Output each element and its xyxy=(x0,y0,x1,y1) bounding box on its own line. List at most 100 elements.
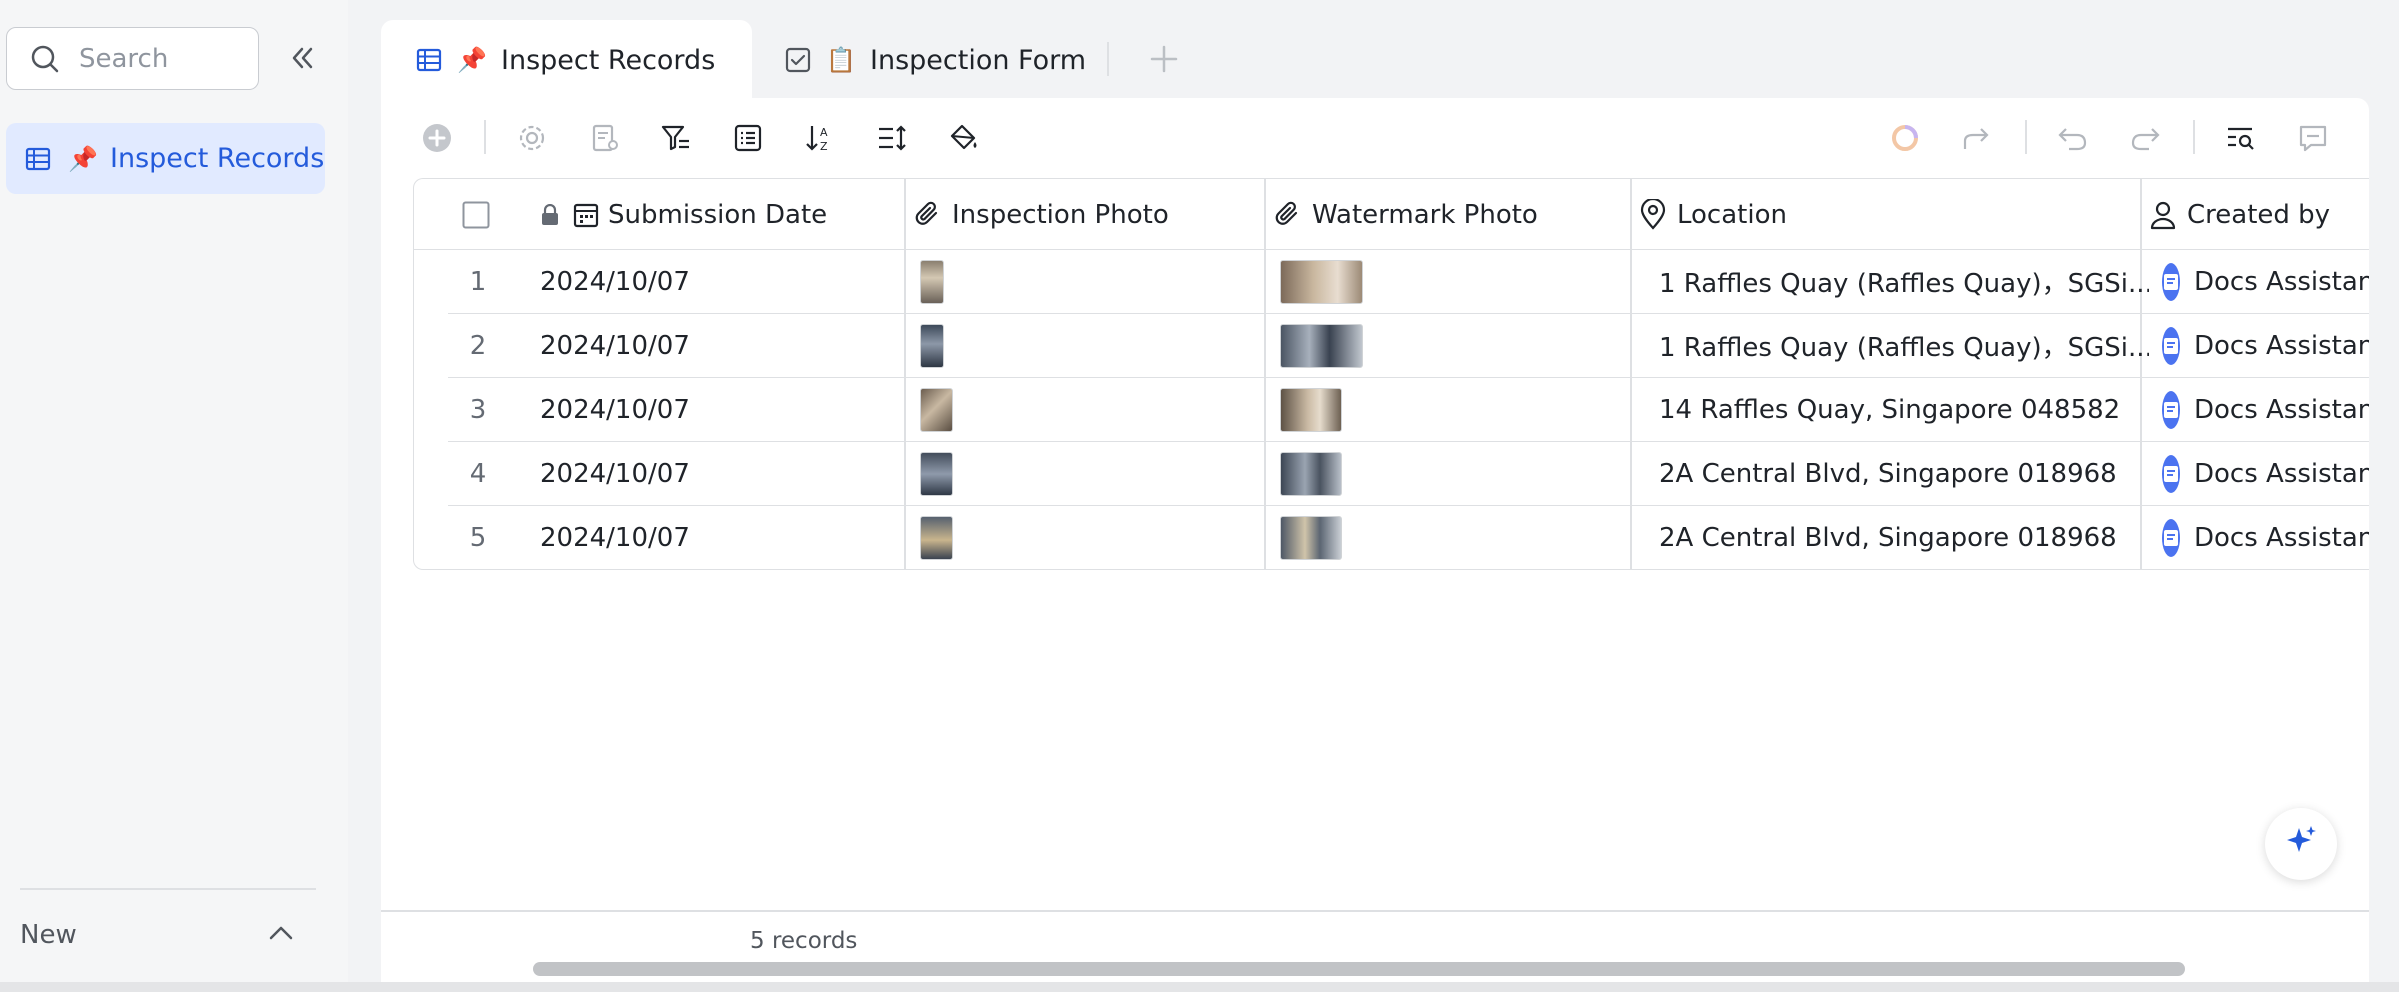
horizontal-scrollbar[interactable] xyxy=(533,962,2185,976)
sort-icon[interactable]: AZ xyxy=(800,118,840,158)
photo-thumbnail[interactable] xyxy=(1280,515,1342,560)
add-view-icon[interactable] xyxy=(1145,40,1183,78)
filter-icon[interactable] xyxy=(656,118,696,158)
docs-assistant-avatar xyxy=(2162,390,2180,429)
watermark-photo-cell[interactable] xyxy=(1280,314,1580,377)
photo-thumbnail[interactable] xyxy=(920,451,953,496)
comment-icon[interactable] xyxy=(2293,118,2333,158)
watermark-photo-cell[interactable] xyxy=(1280,250,1580,313)
new-section-toggle[interactable]: New xyxy=(20,910,296,960)
person-icon xyxy=(2149,200,2181,230)
sidebar-item-label: Inspect Records xyxy=(110,143,325,174)
fill-color-icon[interactable] xyxy=(944,118,984,158)
created-by-cell[interactable]: Docs Assistant xyxy=(2162,442,2369,505)
table-row[interactable]: 1 2024/10/07 1 Raffles Quay (Raffles Qua… xyxy=(448,250,2369,314)
location-cell[interactable]: 2A Central Blvd, Singapore 018968 xyxy=(1659,442,2149,505)
created-by-cell[interactable]: Docs Assistant xyxy=(2162,506,2369,569)
photo-thumbnail[interactable] xyxy=(1280,323,1363,368)
submission-date-cell[interactable]: 2024/10/07 xyxy=(540,250,900,313)
location-cell[interactable]: 14 Raffles Quay, Singapore 048582 xyxy=(1659,378,2149,441)
row-height-icon[interactable] xyxy=(872,118,912,158)
toolbar-divider xyxy=(484,120,486,154)
tab-divider xyxy=(1107,42,1109,76)
tab-inspection-form[interactable]: 📋 Inspection Form xyxy=(770,20,1100,100)
location-icon xyxy=(1639,198,1673,231)
column-label: Created by xyxy=(2187,199,2331,230)
creator-name: Docs Assistant xyxy=(2194,394,2369,425)
submission-date-cell[interactable]: 2024/10/07 xyxy=(540,506,900,569)
column-label: Inspection Photo xyxy=(952,199,1169,230)
docs-assistant-avatar xyxy=(2162,518,2180,557)
submission-date-cell[interactable]: 2024/10/07 xyxy=(540,442,900,505)
inspection-photo-cell[interactable] xyxy=(920,506,1220,569)
table-row[interactable]: 4 2024/10/07 2A Central Blvd, Singapore … xyxy=(448,442,2369,506)
watermark-photo-cell[interactable] xyxy=(1280,378,1580,441)
table-row[interactable]: 3 2024/10/07 14 Raffles Quay, Singapore … xyxy=(448,378,2369,442)
submission-date-cell[interactable]: 2024/10/07 xyxy=(540,378,900,441)
photo-thumbnail[interactable] xyxy=(920,259,944,304)
row-number: 4 xyxy=(469,458,487,489)
docs-assistant-avatar xyxy=(2162,262,2180,301)
column-label: Submission Date xyxy=(608,199,828,230)
column-header-location[interactable]: Location xyxy=(1639,179,2139,250)
tab-inspect-records[interactable]: 📌 Inspect Records xyxy=(381,20,752,100)
clipboard-icon: 📋 xyxy=(826,46,856,74)
created-by-cell[interactable]: Docs Assistant xyxy=(2162,314,2369,377)
column-header-inspection-photo[interactable]: Inspection Photo xyxy=(914,179,1259,250)
sidebar-item-inspect-records[interactable]: 📌 Inspect Records xyxy=(6,123,325,194)
new-label: New xyxy=(20,920,77,950)
inspection-photo-cell[interactable] xyxy=(920,250,1220,313)
submission-date-cell[interactable]: 2024/10/07 xyxy=(540,314,900,377)
inspection-photo-cell[interactable] xyxy=(920,314,1220,377)
pin-icon: 📌 xyxy=(457,46,487,74)
group-icon[interactable] xyxy=(728,118,768,158)
column-header-created-by[interactable]: Created by xyxy=(2149,179,2369,250)
select-all-checkbox[interactable] xyxy=(462,179,492,250)
share-icon[interactable] xyxy=(1957,118,1997,158)
creator-name: Docs Assistant xyxy=(2194,330,2369,361)
window-bottom-bar xyxy=(0,982,2399,992)
tab-label: Inspection Form xyxy=(870,44,1087,76)
table-row[interactable]: 5 2024/10/07 2A Central Blvd, Singapore … xyxy=(448,506,2369,569)
creator-name: Docs Assistant xyxy=(2194,458,2369,489)
lock-icon xyxy=(540,203,566,226)
svg-text:A: A xyxy=(820,126,828,139)
inspection-photo-cell[interactable] xyxy=(920,442,1220,505)
search-input[interactable]: Search xyxy=(6,27,259,90)
row-number: 2 xyxy=(469,330,487,361)
settings-icon[interactable] xyxy=(512,118,552,158)
location-cell[interactable]: 2A Central Blvd, Singapore 018968 xyxy=(1659,506,2149,569)
location-cell[interactable]: 1 Raffles Quay (Raffles Quay)，SGSi... xyxy=(1659,250,2149,313)
add-record-icon[interactable] xyxy=(417,118,457,158)
photo-thumbnail[interactable] xyxy=(1280,451,1342,496)
redo-icon[interactable] xyxy=(2125,118,2165,158)
footer-divider xyxy=(381,910,2369,912)
watermark-photo-cell[interactable] xyxy=(1280,442,1580,505)
photo-thumbnail[interactable] xyxy=(1280,259,1363,304)
form-icon xyxy=(782,44,814,76)
search-records-icon[interactable] xyxy=(2221,118,2261,158)
column-label: Location xyxy=(1677,199,1787,230)
sparkle-icon xyxy=(2281,822,2321,866)
row-number: 5 xyxy=(469,522,487,553)
photo-thumbnail[interactable] xyxy=(920,515,953,560)
photo-thumbnail[interactable] xyxy=(920,323,944,368)
collapse-sidebar-icon[interactable] xyxy=(284,40,320,76)
location-cell[interactable]: 1 Raffles Quay (Raffles Quay)，SGSi... xyxy=(1659,314,2149,377)
table-row[interactable]: 2 2024/10/07 1 Raffles Quay (Raffles Qua… xyxy=(448,314,2369,378)
created-by-cell[interactable]: Docs Assistant xyxy=(2162,378,2369,441)
undo-icon[interactable] xyxy=(2053,118,2093,158)
column-header-watermark-photo[interactable]: Watermark Photo xyxy=(1274,179,1624,250)
created-by-cell[interactable]: Docs Assistant xyxy=(2162,250,2369,313)
column-header-submission-date[interactable]: Submission Date xyxy=(540,179,900,250)
ai-assistant-button[interactable] xyxy=(2265,808,2337,880)
search-icon xyxy=(29,43,61,75)
column-label: Watermark Photo xyxy=(1312,199,1538,230)
ai-loading-icon[interactable] xyxy=(1885,118,1925,158)
creator-name: Docs Assistant xyxy=(2194,522,2369,553)
edit-field-icon[interactable] xyxy=(585,118,625,158)
photo-thumbnail[interactable] xyxy=(920,387,953,432)
inspection-photo-cell[interactable] xyxy=(920,378,1220,441)
photo-thumbnail[interactable] xyxy=(1280,387,1342,432)
watermark-photo-cell[interactable] xyxy=(1280,506,1580,569)
